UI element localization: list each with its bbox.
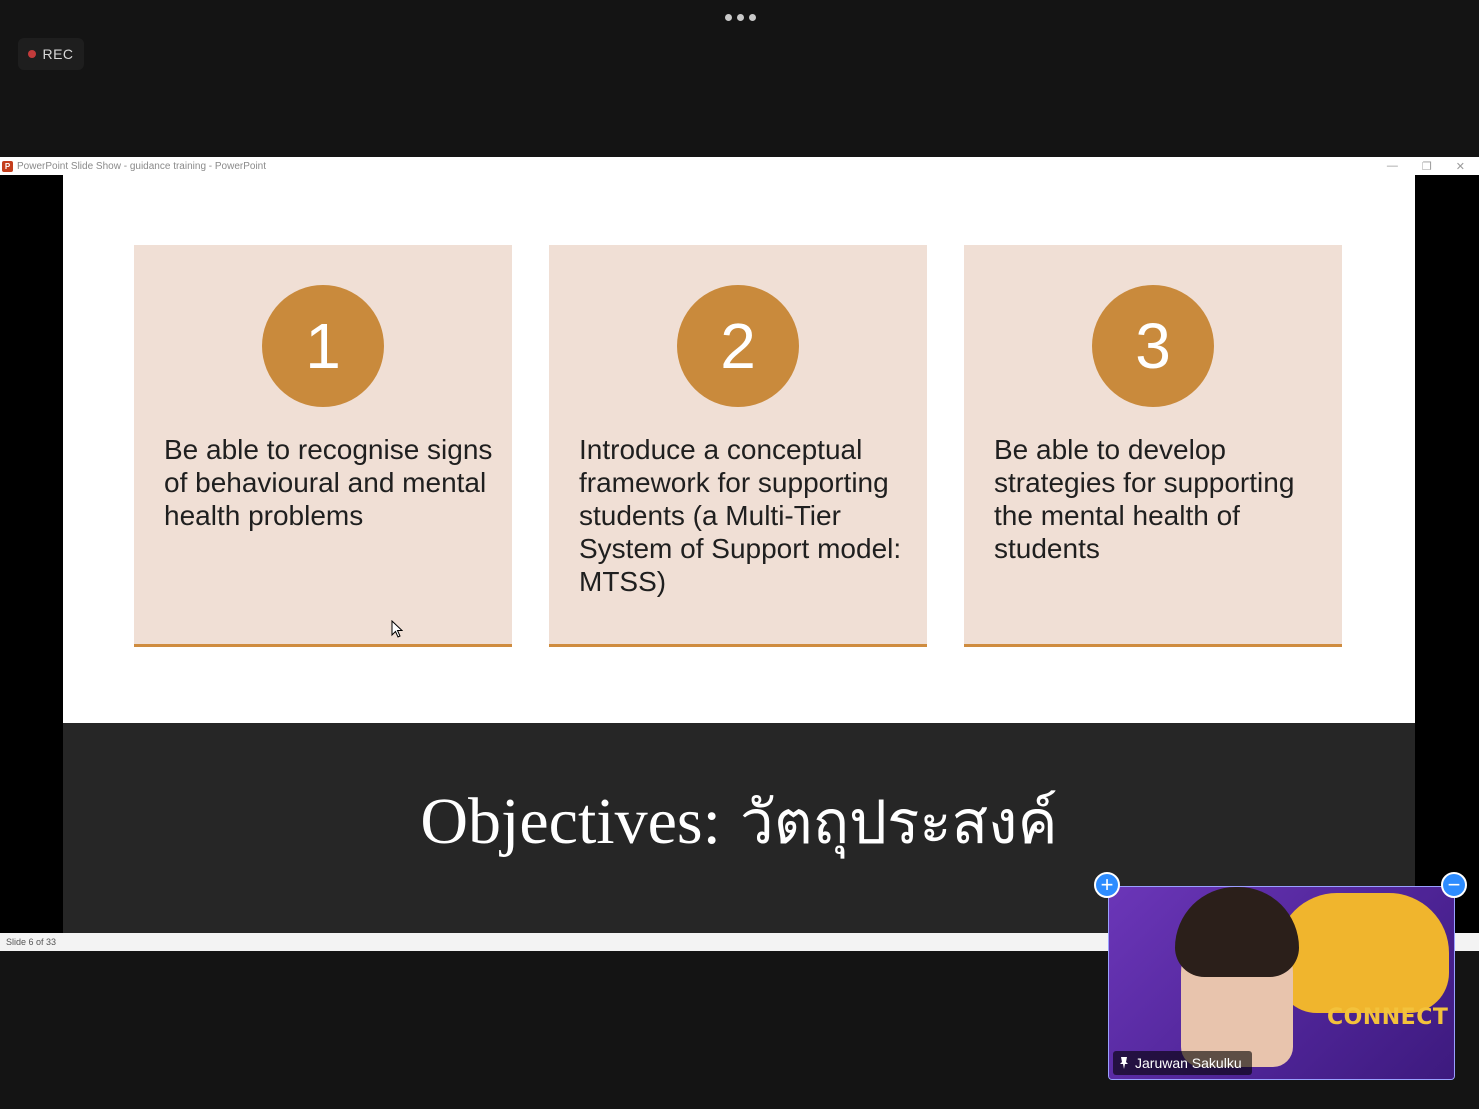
- participant-name-tag: Jaruwan Sakulku: [1113, 1051, 1252, 1075]
- objective-card-3: 3 Be able to develop strategies for supp…: [964, 245, 1342, 647]
- close-icon[interactable]: ✕: [1456, 160, 1465, 173]
- objective-number-3: 3: [1092, 285, 1214, 407]
- zoom-out-icon[interactable]: −: [1441, 872, 1467, 898]
- slide-counter: Slide 6 of 33: [6, 937, 57, 947]
- powerpoint-logo-icon: P: [2, 160, 13, 172]
- powerpoint-window: P PowerPoint Slide Show - guidance train…: [0, 157, 1479, 951]
- zoom-in-icon[interactable]: +: [1094, 872, 1120, 898]
- objective-number-2: 2: [677, 285, 799, 407]
- participant-video-tile[interactable]: CONNECT Jaruwan Sakulku: [1108, 886, 1455, 1080]
- window-controls: — ❐ ✕: [1387, 157, 1465, 175]
- slide-title-thai: วัตถุประสงค์: [740, 787, 1058, 858]
- window-titlebar: P PowerPoint Slide Show - guidance train…: [0, 157, 1479, 175]
- objective-card-1: 1 Be able to recognise signs of behaviou…: [134, 245, 512, 647]
- slide-title-english: Objectives:: [420, 784, 721, 858]
- record-dot-icon: [28, 50, 37, 58]
- objective-text-1: Be able to recognise signs of behavioura…: [164, 434, 493, 531]
- slide-title: Objectives: วัตถุประสงค์: [420, 775, 1057, 870]
- mouse-pointer-icon: [391, 620, 403, 638]
- objective-card-2: 2 Introduce a conceptual framework for s…: [549, 245, 927, 647]
- minimize-icon[interactable]: —: [1387, 160, 1398, 172]
- objective-number-1: 1: [262, 285, 384, 407]
- recording-badge: REC: [18, 38, 84, 70]
- video-background-text: CONNECT: [1327, 1005, 1449, 1030]
- restore-icon[interactable]: ❐: [1422, 160, 1432, 173]
- brain-graphic: [1277, 893, 1449, 1013]
- objective-text-2: Introduce a conceptual framework for sup…: [579, 434, 902, 597]
- slide-canvas: 1 Be able to recognise signs of behaviou…: [63, 175, 1415, 933]
- window-title: PowerPoint Slide Show - guidance trainin…: [17, 160, 267, 172]
- objective-text-3: Be able to develop strategies for suppor…: [994, 434, 1295, 564]
- recording-label: REC: [42, 46, 74, 62]
- more-options-icon[interactable]: [720, 10, 760, 24]
- pin-icon: [1120, 1057, 1128, 1069]
- participant-name: Jaruwan Sakulku: [1135, 1055, 1242, 1071]
